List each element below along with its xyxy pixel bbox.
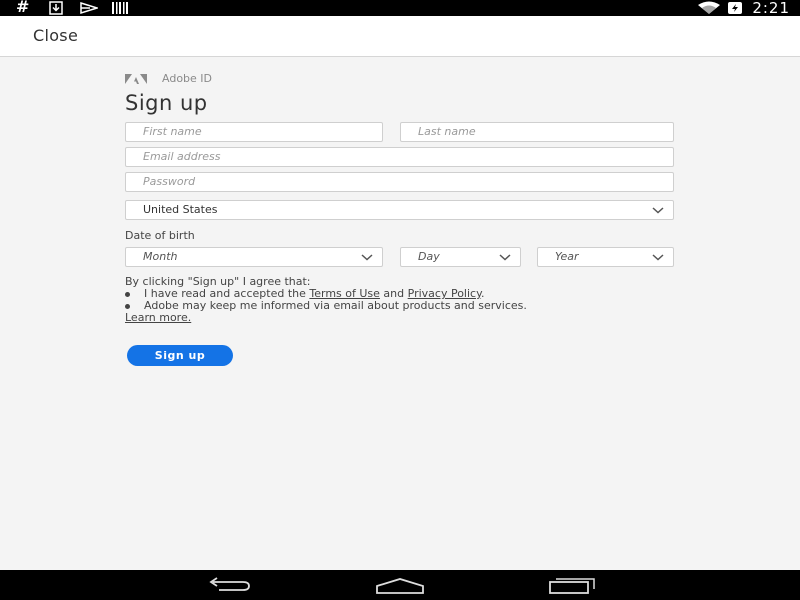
- clock: 2:21: [752, 0, 790, 17]
- screen: # 2:21 Close Adobe ID Sign up First name…: [0, 0, 800, 600]
- recents-icon[interactable]: [548, 576, 596, 594]
- navigation-bar: [0, 570, 800, 600]
- sign-up-button[interactable]: Sign up: [127, 345, 233, 366]
- brand-label: Adobe ID: [162, 72, 213, 85]
- agreement-item-email: Adobe may keep me informed via email abo…: [144, 299, 527, 312]
- adobe-logo-icon: [125, 74, 147, 84]
- day-value: Day: [418, 250, 440, 263]
- learn-more-link[interactable]: Learn more.: [125, 312, 191, 324]
- barcode-icon: [112, 2, 128, 14]
- back-icon[interactable]: [205, 576, 253, 594]
- first-name-field[interactable]: First name: [125, 122, 383, 142]
- download-icon: [49, 1, 63, 15]
- status-bar: # 2:21: [0, 0, 800, 17]
- month-value: Month: [143, 250, 178, 263]
- chevron-down-icon: [652, 254, 664, 261]
- chevron-down-icon: [652, 207, 664, 214]
- country-value: United States: [143, 203, 218, 216]
- hash-icon: #: [16, 0, 30, 16]
- page-title: Sign up: [125, 91, 208, 115]
- battery-icon: [728, 2, 742, 14]
- chevron-down-icon: [499, 254, 511, 261]
- send-icon: [80, 1, 98, 15]
- dob-label: Date of birth: [125, 229, 195, 242]
- bullet-icon: [125, 292, 130, 297]
- chevron-down-icon: [361, 254, 373, 261]
- month-select[interactable]: Month: [125, 247, 383, 267]
- top-bar: Close: [0, 16, 800, 57]
- year-value: Year: [555, 250, 579, 263]
- wifi-icon: [698, 1, 720, 14]
- country-select[interactable]: United States: [125, 200, 674, 220]
- home-icon[interactable]: [375, 576, 425, 594]
- year-select[interactable]: Year: [537, 247, 674, 267]
- email-field[interactable]: Email address: [125, 147, 674, 167]
- bullet-icon: [125, 304, 130, 309]
- last-name-field[interactable]: Last name: [400, 122, 674, 142]
- password-field[interactable]: Password: [125, 172, 674, 192]
- close-button[interactable]: Close: [33, 26, 78, 46]
- day-select[interactable]: Day: [400, 247, 521, 267]
